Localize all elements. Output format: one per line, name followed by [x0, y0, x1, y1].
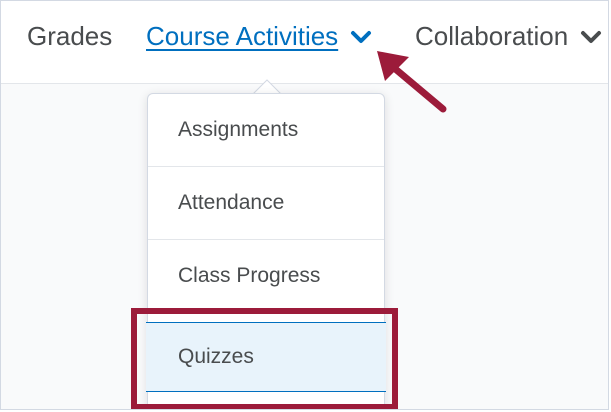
- menu-item-attendance[interactable]: Attendance: [148, 167, 384, 240]
- menu-item-label: Attendance: [178, 191, 285, 214]
- chevron-down-icon[interactable]: [580, 29, 602, 45]
- menu-item-assignments[interactable]: Assignments: [148, 94, 384, 167]
- course-navbar: Grades Course Activities Collaboration: [1, 1, 608, 84]
- nav-grades[interactable]: Grades: [27, 21, 112, 52]
- chevron-down-icon[interactable]: [350, 29, 372, 45]
- nav-grades-label: Grades: [27, 21, 113, 51]
- menu-item-label: Class Progress: [178, 264, 321, 287]
- menu-item-label: Assignments: [178, 118, 299, 141]
- annotation-highlight-box: [131, 308, 398, 409]
- menu-item-class-progress[interactable]: Class Progress: [148, 240, 384, 313]
- nav-course-activities[interactable]: Course Activities: [146, 21, 372, 52]
- arrow-pointer-icon: [377, 51, 447, 113]
- screenshot-frame: Grades Course Activities Collaboration A…: [0, 0, 609, 410]
- nav-course-activities-label: Course Activities: [146, 21, 339, 51]
